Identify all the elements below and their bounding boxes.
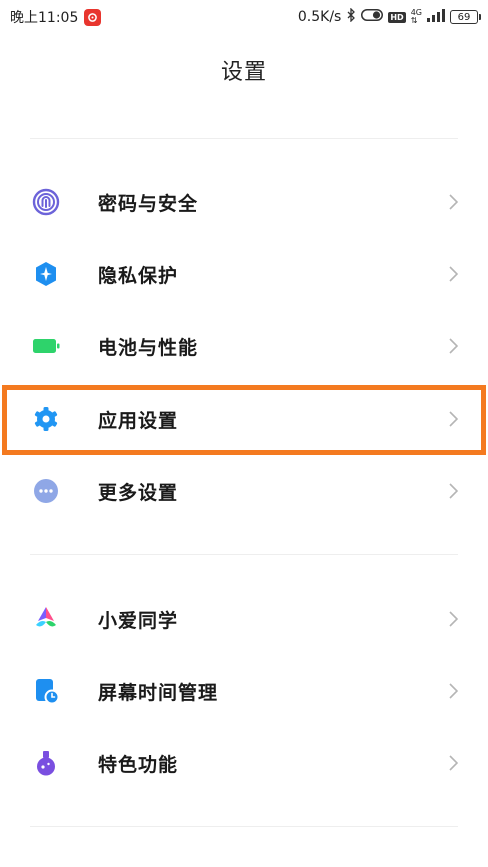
menu-item-battery-performance[interactable]: 电池与性能 bbox=[0, 310, 488, 382]
screen-time-icon bbox=[31, 676, 61, 706]
hd-badge: HD bbox=[388, 11, 406, 23]
status-bar: 晚上11:05 0.5K/s HD 4G ⇅ 69 bbox=[0, 0, 488, 34]
network-arrows-icon: ⇅ bbox=[410, 16, 418, 25]
menu-item-xiaoai[interactable]: 小爱同学 bbox=[0, 583, 488, 655]
menu-label: 应用设置 bbox=[98, 409, 179, 432]
menu-label: 电池与性能 bbox=[98, 336, 199, 359]
battery-level: 69 bbox=[457, 11, 471, 23]
network-speed: 0.5K/s bbox=[297, 9, 342, 25]
privacy-shield-icon bbox=[31, 259, 61, 289]
chevron-right-icon bbox=[448, 338, 458, 354]
toggle-icon bbox=[361, 9, 384, 25]
chevron-right-icon bbox=[448, 483, 458, 499]
menu-item-app-settings[interactable]: 应用设置 bbox=[0, 383, 488, 455]
chevron-right-icon bbox=[448, 755, 458, 771]
bluetooth-icon bbox=[346, 7, 356, 26]
battery-icon bbox=[31, 331, 61, 361]
divider bbox=[30, 138, 458, 139]
chevron-right-icon bbox=[448, 411, 458, 427]
menu-item-more-settings[interactable]: 更多设置 bbox=[0, 455, 488, 527]
network-type: 4G ⇅ bbox=[411, 9, 422, 25]
chevron-right-icon bbox=[448, 683, 458, 699]
chevron-right-icon bbox=[448, 266, 458, 282]
menu-label: 隐私保护 bbox=[98, 264, 179, 287]
netease-music-icon bbox=[84, 8, 102, 26]
menu-label: 特色功能 bbox=[98, 753, 179, 776]
xiaoai-icon bbox=[31, 604, 61, 634]
menu-item-screen-time[interactable]: 屏幕时间管理 bbox=[0, 655, 488, 727]
gear-icon bbox=[31, 404, 61, 434]
status-right: 0.5K/s HD 4G ⇅ 69 bbox=[297, 7, 481, 26]
chevron-right-icon bbox=[448, 611, 458, 627]
status-left: 晚上11:05 bbox=[10, 7, 102, 27]
battery-indicator: 69 bbox=[450, 10, 481, 24]
status-time: 晚上11:05 bbox=[10, 10, 79, 26]
flask-icon bbox=[31, 748, 61, 778]
menu-label: 小爱同学 bbox=[98, 609, 179, 632]
divider bbox=[30, 554, 458, 555]
fingerprint-icon bbox=[31, 187, 61, 217]
menu-item-privacy[interactable]: 隐私保护 bbox=[0, 238, 488, 310]
menu-item-password-security[interactable]: 密码与安全 bbox=[0, 166, 488, 238]
menu-label: 密码与安全 bbox=[98, 192, 199, 215]
page-title: 设置 bbox=[220, 60, 267, 85]
signal-icon bbox=[427, 8, 445, 26]
menu-item-special-features[interactable]: 特色功能 bbox=[0, 727, 488, 799]
divider bbox=[30, 826, 458, 827]
menu-label: 屏幕时间管理 bbox=[98, 681, 219, 704]
chevron-right-icon bbox=[448, 194, 458, 210]
more-dots-icon bbox=[31, 476, 61, 506]
menu-label: 更多设置 bbox=[98, 481, 179, 504]
